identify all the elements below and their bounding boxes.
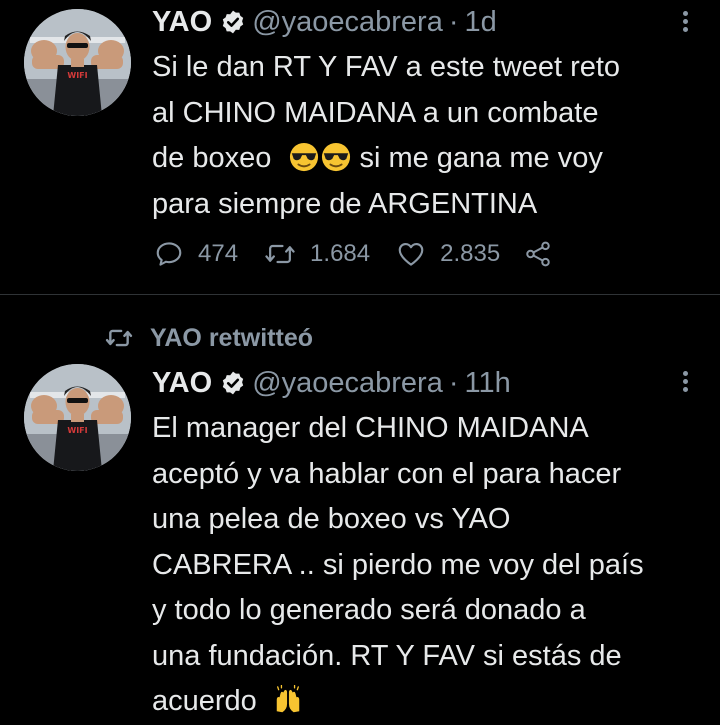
tweet-text-line: aceptó y va hablar con el para hacer [152, 457, 622, 490]
retweet-icon [105, 329, 133, 347]
display-name[interactable]: YAO [152, 367, 212, 400]
like-icon [398, 242, 424, 266]
verified-badge-icon [223, 10, 244, 34]
avatar[interactable]: WIFI [24, 9, 131, 116]
timestamp[interactable]: 11h [465, 367, 511, 400]
tweet-1[interactable]: WIFI YAO @yaoecabrera · 1d Si le dan RT … [0, 0, 720, 294]
display-name[interactable]: YAO [152, 6, 212, 39]
user-handle[interactable]: @yaoecabrera [252, 6, 443, 39]
tweet-text-line: para siempre de ARGENTINA [152, 187, 538, 220]
tweet-text-line: al CHINO MAIDANA a un combate [152, 96, 599, 129]
tweet-text-line: acuerdo [152, 679, 692, 725]
tweet-2[interactable]: YAO retwitteó WIFI YAO @yaoecabrera · 11… [0, 295, 720, 720]
tweet-text: Si le dan RT Y FAV a este tweet reto al … [152, 45, 692, 227]
sunglasses-emoji [290, 142, 319, 172]
retweet-button[interactable]: 1.684 [264, 239, 370, 269]
share-button[interactable] [522, 239, 568, 269]
tweet-text-segment: acuerdo [152, 685, 257, 717]
user-handle[interactable]: @yaoecabrera [252, 367, 443, 400]
retweet-banner[interactable]: YAO retwitteó [104, 323, 313, 353]
reply-button[interactable]: 474 [154, 239, 238, 269]
tweet-header: YAO @yaoecabrera · 1d [152, 0, 497, 44]
like-button[interactable]: 2.835 [396, 239, 500, 269]
like-count: 2.835 [440, 240, 501, 267]
tweet-text-segment: si me gana me voy [351, 142, 603, 174]
separator-dot: · [448, 5, 459, 38]
share-icon [526, 241, 550, 267]
reply-icon [156, 242, 182, 266]
verified-badge-icon [223, 371, 244, 395]
tweet-text-line: y todo lo generado será donado a [152, 594, 586, 626]
avatar[interactable]: WIFI [24, 364, 131, 471]
timestamp[interactable]: 1d [465, 6, 497, 39]
tweet-text-line: una pelea de boxeo vs YAO [152, 503, 511, 535]
tweet-text-line: El manager del CHINO MAIDANA [152, 412, 589, 444]
action-bar: 474 1.684 2.835 [154, 234, 594, 274]
svg-text:WIFI: WIFI [67, 426, 87, 435]
retweet-count: 1.684 [310, 240, 371, 267]
reply-count: 474 [198, 240, 239, 267]
retweet-label: YAO retwitteó [150, 323, 314, 352]
tweet-header: YAO @yaoecabrera · 11h [152, 361, 511, 405]
tweet-text-line: Si le dan RT Y FAV a este tweet reto [152, 51, 621, 83]
raised-hands-emoji [276, 685, 300, 713]
more-options-icon[interactable] [680, 368, 690, 398]
retweet-icon [265, 244, 295, 264]
tweet-text-line: de boxeo si me gana me voy [152, 136, 692, 182]
tweet-text-line: una fundación. RT Y FAV si estás de [152, 639, 622, 672]
separator-dot: · [448, 366, 459, 399]
svg-text:WIFI: WIFI [67, 71, 87, 80]
tweet-text: El manager del CHINO MAIDANA aceptó y va… [152, 406, 692, 725]
sunglasses-emoji [322, 142, 351, 172]
tweet-text-line: CABRERA .. si pierdo me voy del país [152, 548, 644, 581]
tweet-text-segment: de boxeo [152, 142, 272, 174]
more-options-icon[interactable] [680, 8, 690, 38]
